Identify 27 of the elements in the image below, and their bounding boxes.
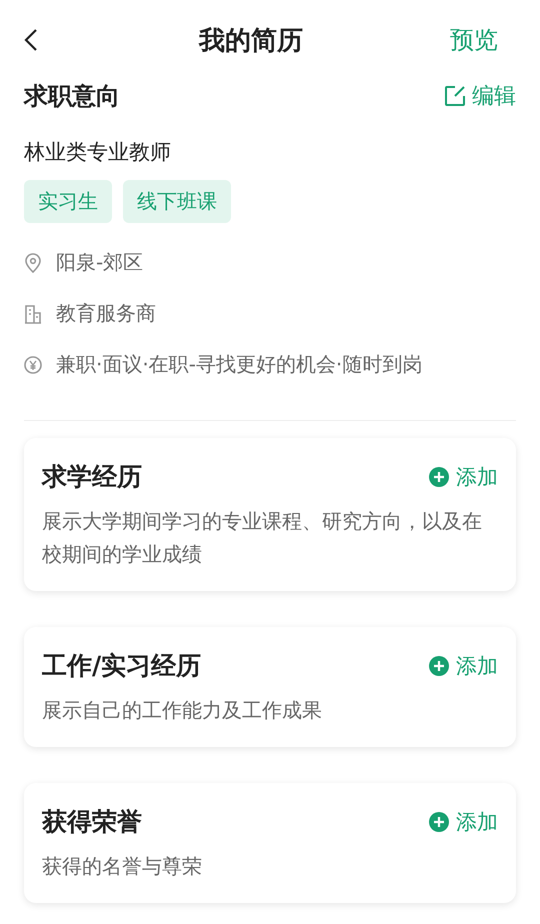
edit-icon (444, 85, 466, 107)
detail-text: 教育服务商 (56, 300, 156, 327)
add-button[interactable]: 添加 (428, 652, 498, 680)
location-pin-icon (24, 252, 42, 272)
add-button[interactable]: 添加 (428, 462, 498, 490)
detail-text: 阳泉-郊区 (56, 249, 144, 276)
building-icon (24, 304, 42, 324)
edit-button[interactable]: 编辑 (444, 81, 516, 111)
job-title: 林业类专业教师 (24, 139, 172, 166)
card-description: 展示自己的工作能力及工作成果 (42, 697, 323, 724)
yen-coin-icon (24, 354, 42, 374)
plus-icon (428, 810, 450, 832)
card-description: 获得的名誉与尊荣 (42, 853, 203, 880)
tag: 线下班课 (123, 180, 231, 223)
tag: 实习生 (24, 180, 112, 223)
add-button[interactable]: 添加 (428, 808, 498, 836)
plus-icon (428, 654, 450, 676)
card-title: 工作/实习经历 (42, 650, 202, 682)
detail-text: 兼职·面议·在职-寻找更好的机会·随时到岗 (56, 351, 422, 378)
back-icon (24, 28, 38, 52)
plus-icon (428, 466, 450, 488)
preview-button[interactable]: 预览 (450, 24, 498, 56)
card-title: 获得荣誉 (42, 806, 142, 838)
card-description: 展示大学期间学习的专业课程、研究方向，以及在校期间的学业成绩 (42, 508, 483, 568)
section-heading: 求职意向 (24, 81, 120, 112)
card-title: 求学经历 (42, 461, 142, 493)
page-title: 我的简历 (199, 24, 303, 58)
